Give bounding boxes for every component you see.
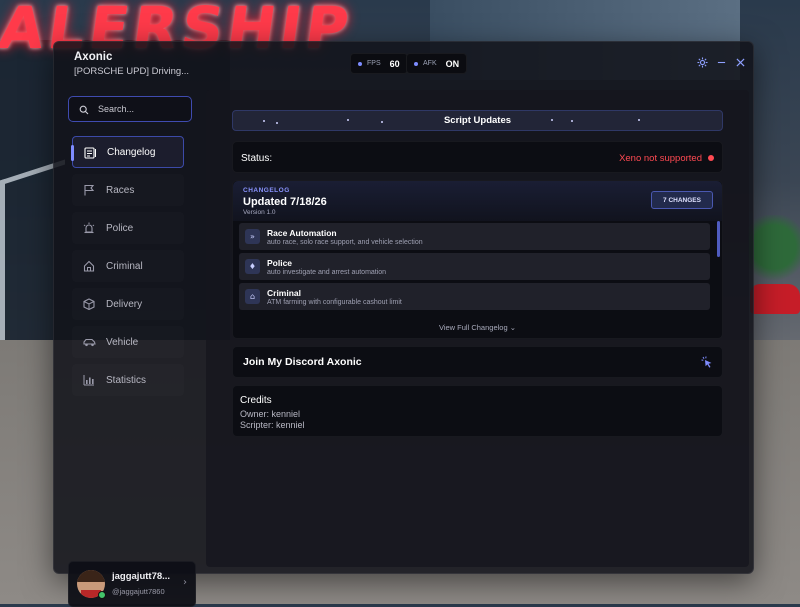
fps-pill: FPS 60	[350, 53, 408, 74]
sidebar-item-label: Changelog	[107, 147, 155, 158]
changelog-header: CHANGELOG Updated 7/18/26 Version 1.0 7 …	[233, 181, 722, 221]
bar-chart-icon	[82, 373, 96, 387]
changelog-item: ⌂ Criminal ATM farming with configurable…	[239, 283, 710, 310]
app-window: Axonic [PORSCHE UPD] Driving... FPS 60 A…	[53, 41, 754, 574]
sidebar-item-label: Criminal	[106, 261, 143, 272]
status-card: Status: Xeno not supported	[232, 141, 723, 173]
discord-label: Join My Discord Axonic	[243, 356, 362, 368]
settings-icon[interactable]	[695, 55, 709, 69]
afk-dot	[414, 62, 418, 66]
changelog-title: Updated 7/18/26	[243, 196, 327, 208]
active-indicator	[71, 145, 74, 161]
changelog-version: Version 1.0	[243, 209, 276, 216]
afk-label: AFK	[423, 60, 437, 67]
changelog-item-name: Police	[267, 258, 292, 268]
status-dot	[708, 155, 714, 161]
box-icon	[82, 297, 96, 311]
close-icon[interactable]	[733, 55, 747, 69]
user-profile[interactable]: jaggajutt78... @jaggajutt7860 ›	[68, 561, 196, 607]
sidebar-item-delivery[interactable]: Delivery	[72, 288, 184, 320]
background-car	[750, 284, 800, 314]
sidebar-item-changelog[interactable]: Changelog	[72, 136, 184, 168]
search-placeholder: Search...	[98, 104, 134, 114]
main-panel: Script Updates Status: Xeno not supporte…	[206, 90, 749, 567]
sidebar-item-vehicle[interactable]: Vehicle	[72, 326, 184, 358]
changelog-item-name: Race Automation	[267, 228, 337, 238]
changelog-item: ♦ Police auto investigate and arrest aut…	[239, 253, 710, 280]
search-input[interactable]: Search...	[68, 96, 192, 122]
sidebar-item-label: Races	[106, 185, 134, 196]
sidebar-item-label: Delivery	[106, 299, 142, 310]
changelog-item: » Race Automation auto race, solo race s…	[239, 223, 710, 250]
view-full-changelog-link[interactable]: View Full Changelog ⌄	[233, 323, 722, 332]
changelog-scrollbar[interactable]	[717, 221, 720, 257]
sidebar-item-label: Police	[106, 223, 133, 234]
chevron-down-icon: ⌄	[510, 323, 516, 332]
flag-icon	[82, 183, 96, 197]
car-icon	[82, 335, 96, 349]
app-subtitle: [PORSCHE UPD] Driving...	[74, 66, 189, 77]
race-icon: »	[245, 229, 260, 244]
fps-label: FPS	[367, 60, 381, 67]
changelog-item-desc: auto investigate and arrest automation	[267, 269, 386, 276]
profile-handle: @jaggajutt7860	[112, 587, 165, 596]
changelog-tag: CHANGELOG	[243, 187, 290, 194]
status-value: Xeno not supported	[619, 153, 702, 164]
fps-value: 60	[390, 59, 400, 69]
credits-scripter: Scripter: kenniel	[240, 420, 305, 430]
fps-dot	[358, 62, 362, 66]
changelog-item-desc: auto race, solo race support, and vehicl…	[267, 239, 423, 246]
profile-name: jaggajutt78...	[112, 571, 170, 582]
sidebar-item-police[interactable]: Police	[72, 212, 184, 244]
sidebar-item-criminal[interactable]: Criminal	[72, 250, 184, 282]
discord-card[interactable]: Join My Discord Axonic	[232, 346, 723, 378]
discord-click-icon	[700, 355, 714, 369]
script-updates-header: Script Updates	[232, 110, 723, 131]
credits-owner: Owner: kenniel	[240, 409, 300, 419]
house-icon: ⌂	[245, 289, 260, 304]
sidebar-item-label: Vehicle	[106, 337, 138, 348]
sidebar-item-statistics[interactable]: Statistics	[72, 364, 184, 396]
badge-icon: ♦	[245, 259, 260, 274]
sidebar-item-label: Statistics	[106, 375, 146, 386]
view-full-label: View Full Changelog	[439, 323, 508, 332]
afk-value: ON	[446, 59, 460, 69]
credits-card: Credits Owner: kenniel Scripter: kenniel	[232, 385, 723, 437]
changelog-icon	[83, 145, 97, 159]
sidebar-item-races[interactable]: Races	[72, 174, 184, 206]
section-title: Script Updates	[444, 115, 511, 126]
house-icon	[82, 259, 96, 273]
changelog-item-name: Criminal	[267, 288, 301, 298]
changes-count-button[interactable]: 7 CHANGES	[651, 191, 713, 209]
sidebar: Search... Changelog Races Police	[54, 86, 204, 573]
title-block: Axonic [PORSCHE UPD] Driving...	[74, 51, 189, 77]
afk-pill[interactable]: AFK ON	[406, 53, 467, 74]
credits-title: Credits	[240, 395, 272, 406]
chevron-right-icon: ›	[183, 577, 187, 588]
online-indicator	[98, 591, 106, 599]
changelog-item-desc: ATM farming with configurable cashout li…	[267, 299, 402, 306]
siren-icon	[82, 221, 96, 235]
changelog-card: CHANGELOG Updated 7/18/26 Version 1.0 7 …	[232, 180, 723, 339]
search-icon	[79, 100, 89, 119]
background-tree	[748, 215, 800, 295]
minimize-icon[interactable]	[714, 55, 728, 69]
status-label: Status:	[241, 153, 272, 164]
app-title: Axonic	[74, 51, 189, 63]
